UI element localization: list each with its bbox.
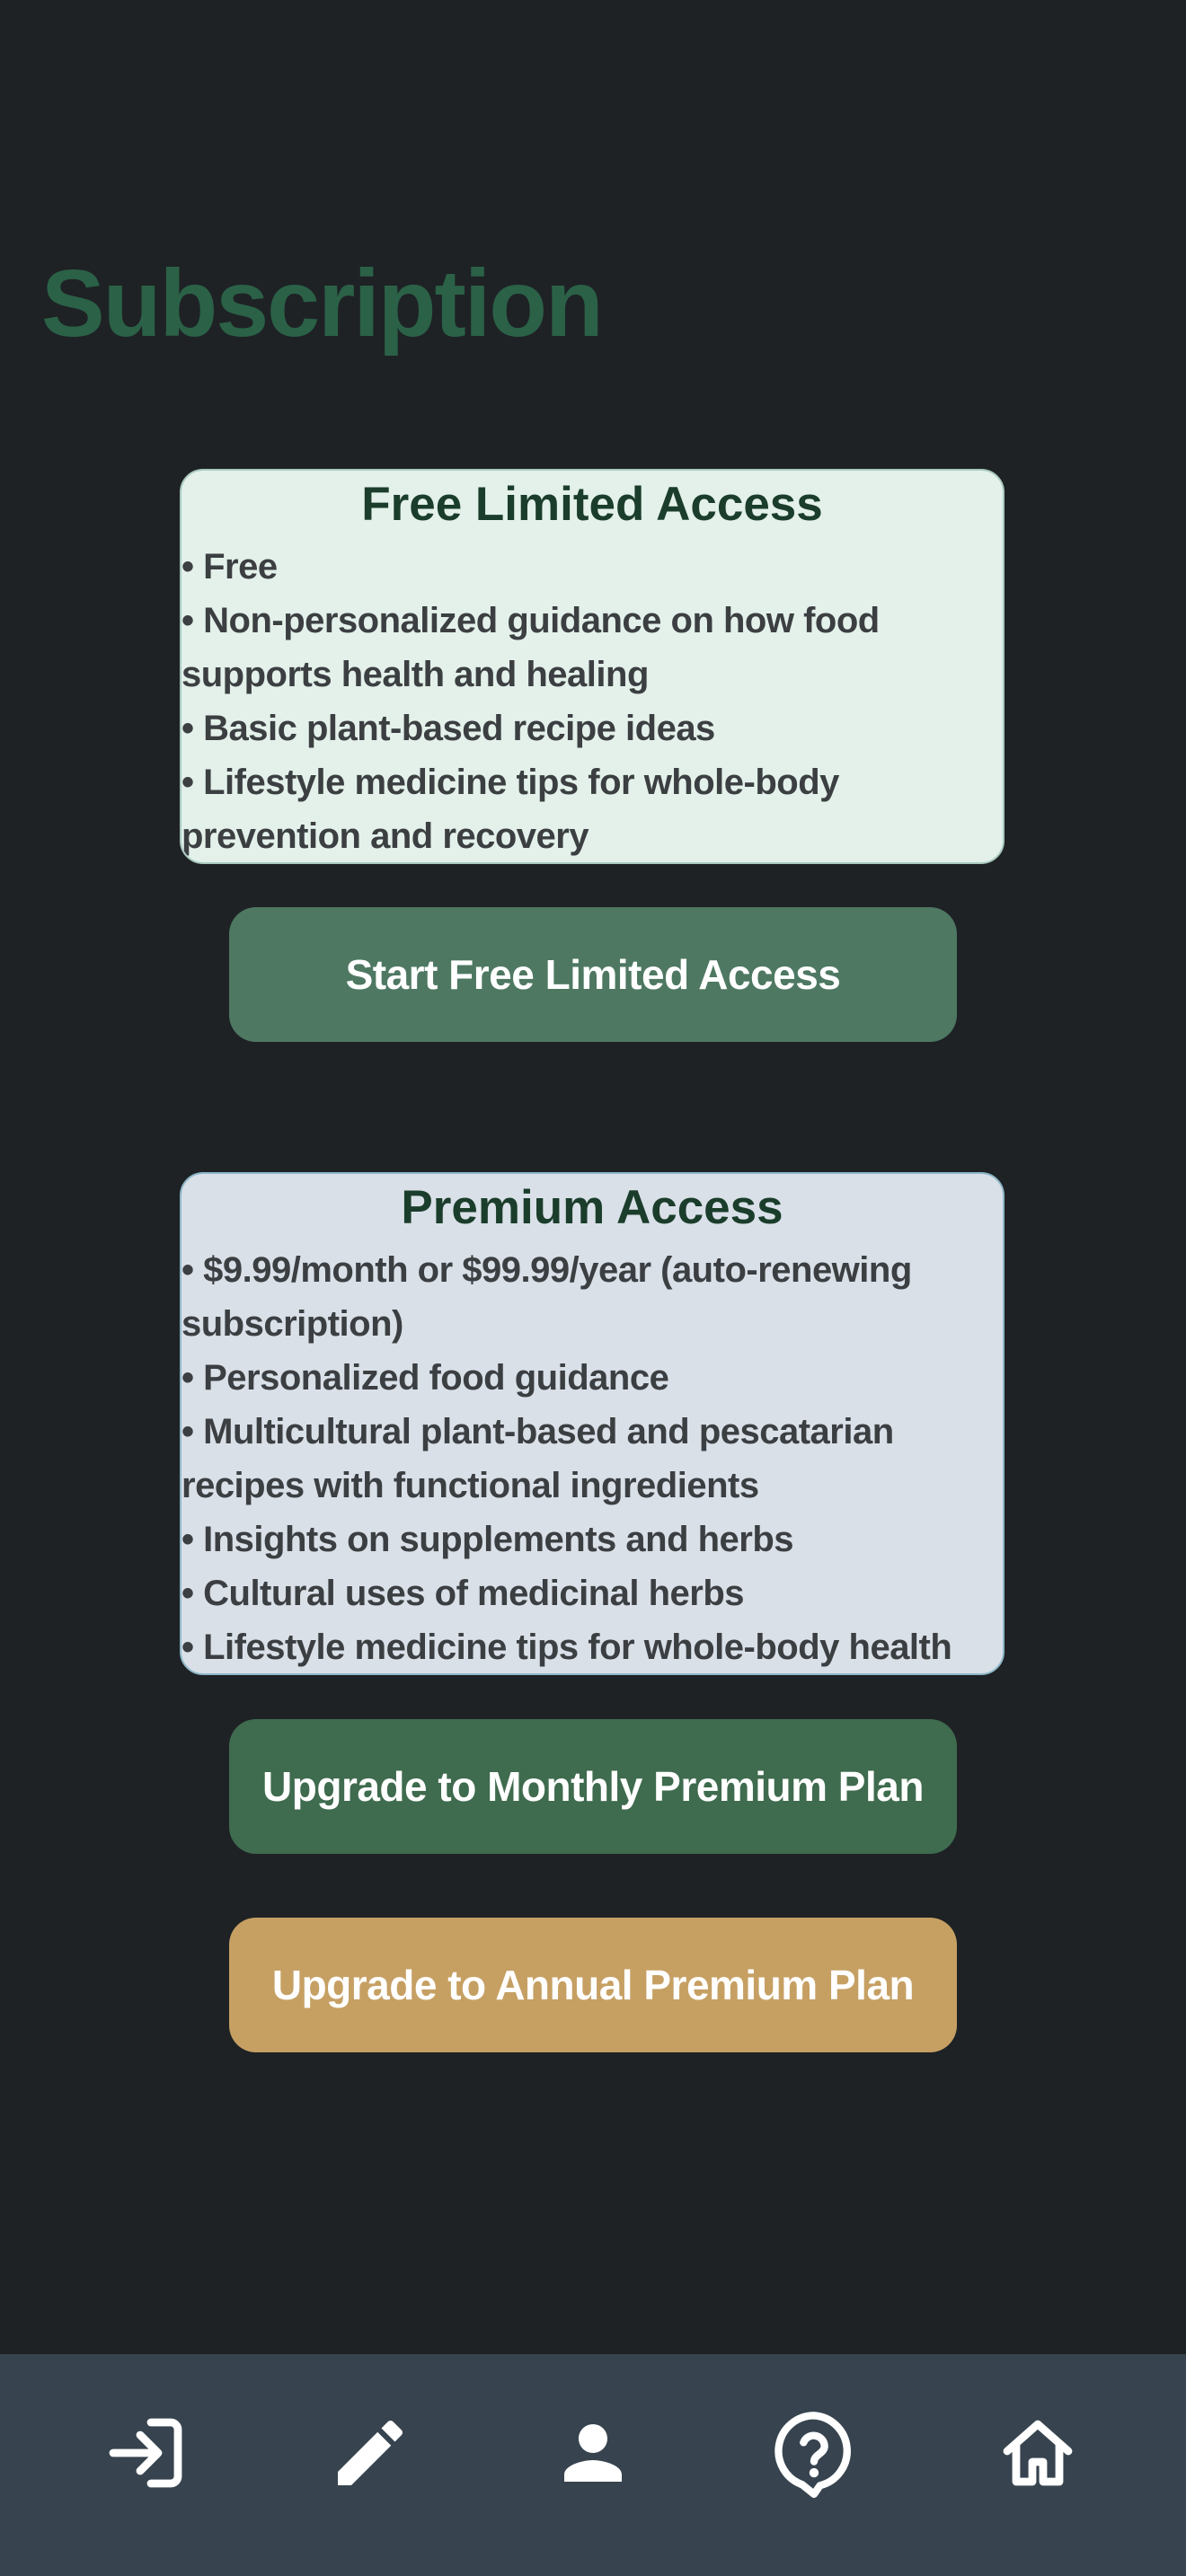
nav-item-profile[interactable] — [539, 2399, 647, 2507]
help-icon — [774, 2412, 851, 2498]
free-plan-feature: • Basic plant-based recipe ideas — [181, 708, 715, 748]
nav-item-login[interactable] — [93, 2399, 201, 2507]
bottom-nav — [0, 2354, 1186, 2576]
person-icon — [564, 2424, 622, 2482]
nav-item-help[interactable] — [760, 2399, 868, 2507]
start-free-access-button[interactable]: Start Free Limited Access — [229, 907, 957, 1042]
premium-plan-feature: • Multicultural plant-based and pescatar… — [181, 1411, 894, 1505]
free-plan-feature: • Lifestyle medicine tips for whole-body… — [181, 762, 839, 856]
login-icon — [109, 2418, 182, 2488]
nav-item-edit[interactable] — [316, 2399, 424, 2507]
upgrade-annual-button[interactable]: Upgrade to Annual Premium Plan — [229, 1918, 957, 2052]
home-icon — [1003, 2420, 1073, 2486]
premium-plan-feature: • Personalized food guidance — [181, 1357, 669, 1398]
premium-plan-feature: • Lifestyle medicine tips for whole-body… — [181, 1627, 952, 1667]
page-title: Subscription — [41, 251, 604, 357]
free-plan-feature: • Free — [181, 546, 278, 587]
premium-plan-feature: • $9.99/month or $99.99/year (auto-renew… — [181, 1249, 912, 1344]
upgrade-monthly-button[interactable]: Upgrade to Monthly Premium Plan — [229, 1719, 957, 1854]
free-plan-title: Free Limited Access — [361, 478, 823, 531]
free-plan-card: Free Limited Access • Free • Non-persona… — [180, 469, 1005, 864]
free-plan-features: • Free • Non-personalized guidance on ho… — [181, 540, 1003, 862]
free-plan-feature: • Non-personalized guidance on how food … — [181, 600, 880, 694]
premium-plan-features: • $9.99/month or $99.99/year (auto-renew… — [181, 1243, 1003, 1673]
pencil-icon — [338, 2420, 403, 2485]
nav-item-home[interactable] — [984, 2399, 1092, 2507]
premium-plan-title: Premium Access — [401, 1181, 783, 1234]
premium-plan-card: Premium Access • $9.99/month or $99.99/y… — [180, 1172, 1005, 1675]
premium-plan-feature: • Cultural uses of medicinal herbs — [181, 1573, 745, 1613]
premium-plan-feature: • Insights on supplements and herbs — [181, 1519, 794, 1559]
